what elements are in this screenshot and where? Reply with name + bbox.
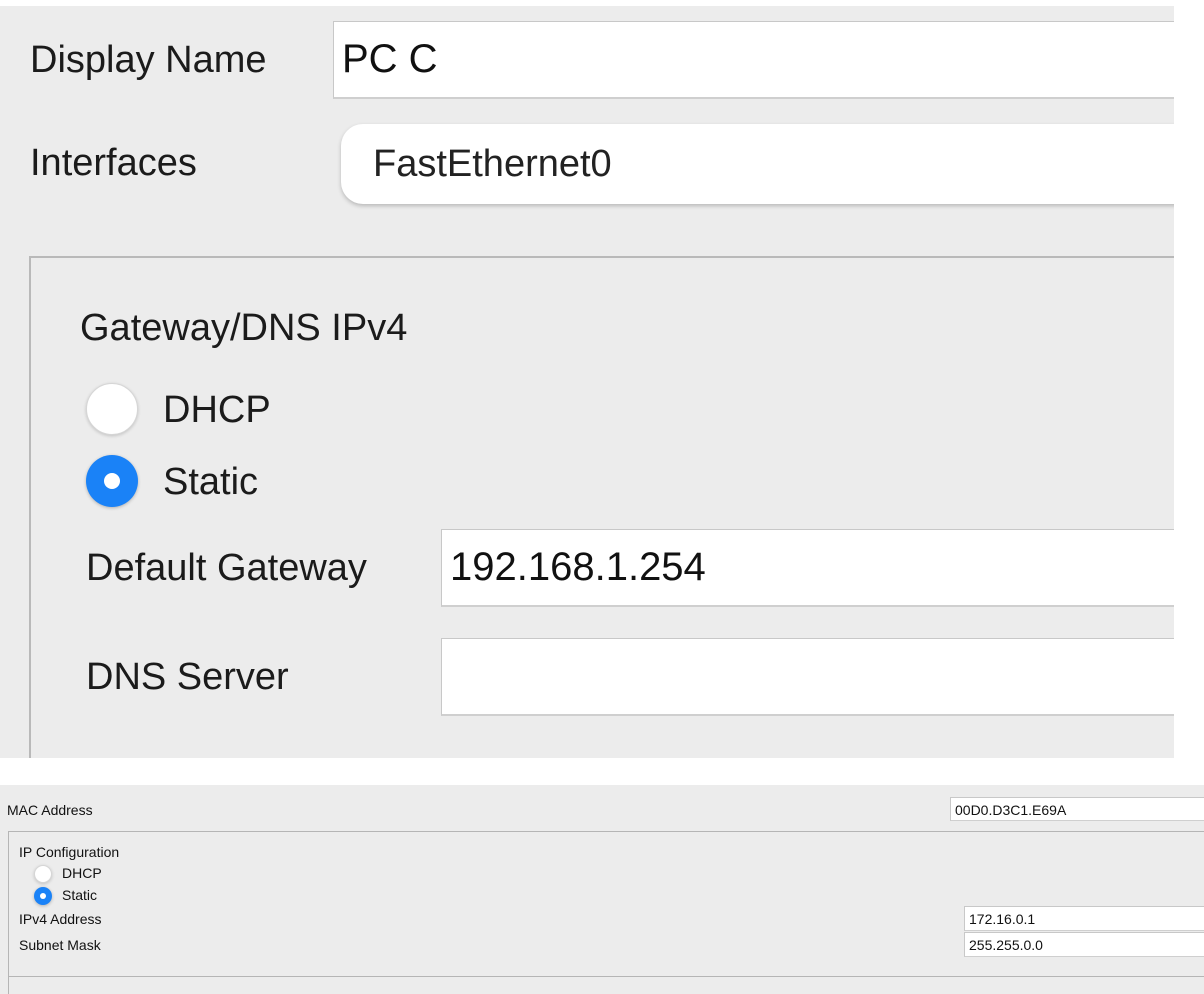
- interfaces-select[interactable]: FastEthernet0: [341, 124, 1174, 204]
- static-radio-small-label: Static: [62, 887, 98, 903]
- subnet-mask-input[interactable]: 255.255.0.0: [964, 932, 1204, 957]
- display-name-input[interactable]: PC C: [333, 21, 1174, 99]
- gateway-dns-section-title: Gateway/DNS IPv4: [80, 307, 408, 349]
- dhcp-radio-label: DHCP: [163, 389, 271, 431]
- default-gateway-input[interactable]: 192.168.1.254: [441, 529, 1174, 607]
- subnet-mask-label: Subnet Mask: [19, 937, 101, 953]
- dhcp-radio-small-label: DHCP: [62, 865, 102, 881]
- dns-server-input[interactable]: [441, 638, 1174, 716]
- mac-address-label: MAC Address: [7, 802, 93, 818]
- interface-config-panel-zoomed: Display Name PC C Interfaces FastEtherne…: [0, 6, 1174, 758]
- ipv4-address-input[interactable]: 172.16.0.1: [964, 906, 1204, 931]
- dhcp-radio[interactable]: [86, 383, 138, 435]
- static-radio-small[interactable]: [34, 887, 52, 905]
- dns-server-label: DNS Server: [86, 656, 289, 698]
- ip-configuration-section-title: IP Configuration: [19, 844, 120, 860]
- display-name-label: Display Name: [30, 39, 267, 81]
- group-divider: [8, 976, 1204, 977]
- static-radio[interactable]: [86, 455, 138, 507]
- default-gateway-label: Default Gateway: [86, 547, 367, 589]
- interfaces-label: Interfaces: [30, 142, 197, 184]
- interface-config-panel: MAC Address 00D0.D3C1.E69A IP Configurat…: [0, 785, 1204, 994]
- dhcp-radio-small[interactable]: [34, 865, 52, 883]
- mac-address-input[interactable]: 00D0.D3C1.E69A: [950, 797, 1204, 821]
- ipv4-address-label: IPv4 Address: [19, 911, 102, 927]
- static-radio-label: Static: [163, 461, 259, 503]
